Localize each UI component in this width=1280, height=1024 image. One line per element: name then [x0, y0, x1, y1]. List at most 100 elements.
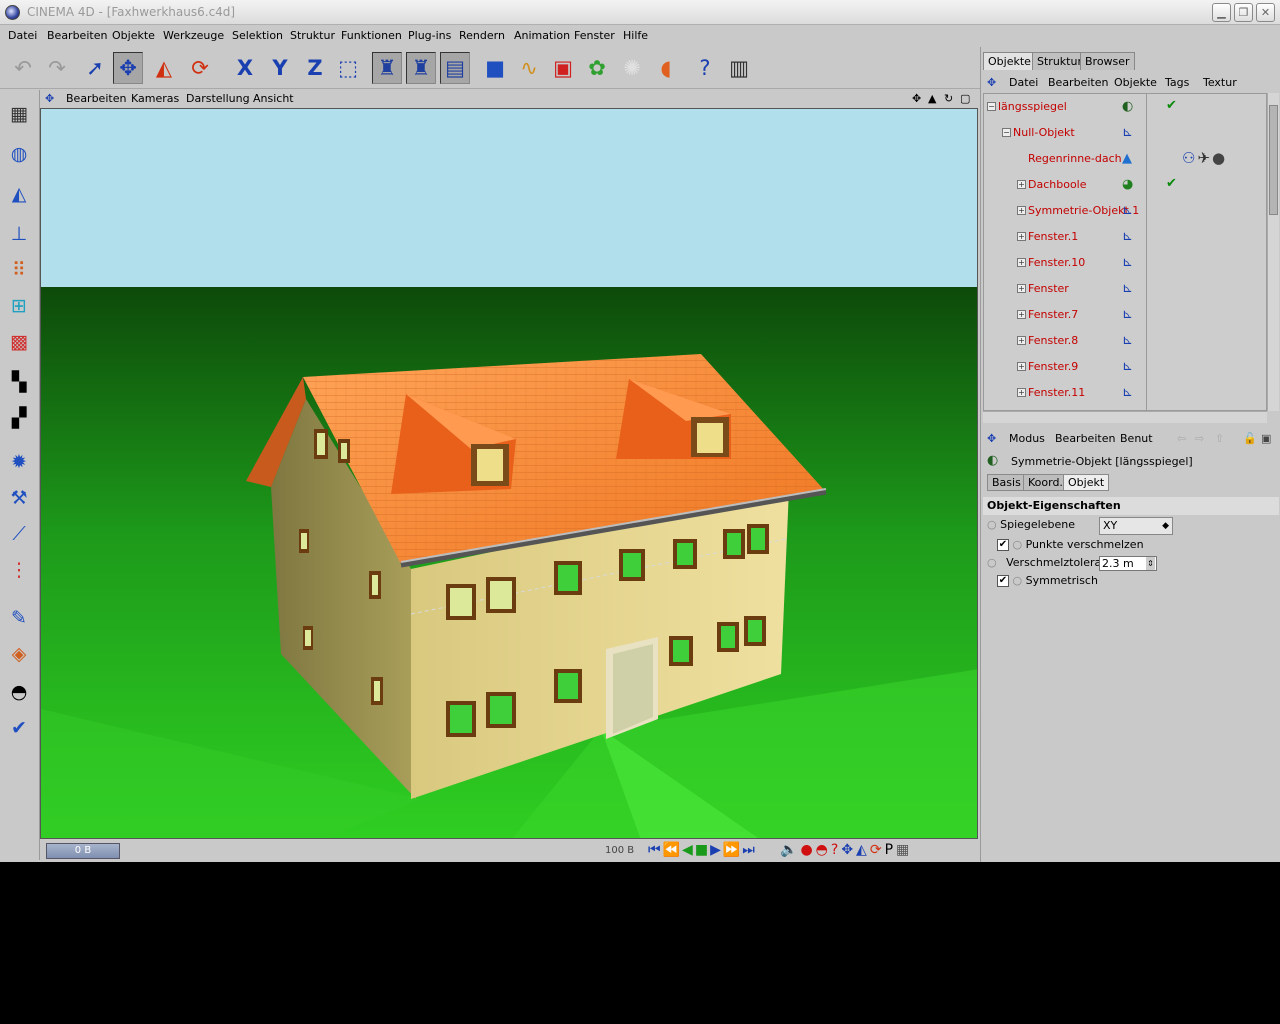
menu-animation[interactable]: Animation: [514, 29, 570, 42]
polygons-mode-icon[interactable]: ▩: [3, 326, 35, 358]
magnet-icon[interactable]: ✔: [3, 712, 35, 744]
om-pin-icon[interactable]: ✥: [987, 76, 996, 89]
workplane-icon[interactable]: ⟋: [3, 518, 35, 550]
play-forward-icon[interactable]: ▶: [710, 842, 723, 858]
add-array-icon[interactable]: ✿: [582, 52, 612, 84]
expand-icon[interactable]: +: [1017, 336, 1026, 345]
expand-icon[interactable]: +: [1017, 180, 1026, 189]
current-frame-field[interactable]: 0 B: [46, 843, 120, 859]
menu-rendern[interactable]: Rendern: [459, 29, 505, 42]
expand-icon[interactable]: +: [1017, 362, 1026, 371]
am-menu-modus[interactable]: Modus: [1009, 432, 1045, 445]
menu-selektion[interactable]: Selektion: [232, 29, 283, 42]
viewport-rotate-icon[interactable]: ↻: [944, 92, 953, 105]
tab-objekte[interactable]: Objekte: [983, 52, 1036, 70]
snap-icon[interactable]: ⋮: [3, 554, 35, 586]
am-pin-icon[interactable]: ✥: [987, 432, 996, 445]
go-to-start-icon[interactable]: ⏮: [648, 842, 663, 858]
tree-row-fenster-10[interactable]: + Fenster.10 ⊾: [984, 250, 1266, 276]
viewport-pin-icon[interactable]: ✥: [45, 92, 54, 105]
symmetric-checkbox[interactable]: ✔: [997, 575, 1009, 587]
uvw-tag-icon[interactable]: ✈: [1197, 149, 1212, 167]
expand-icon[interactable]: +: [1017, 258, 1026, 267]
key-param-icon[interactable]: P: [885, 842, 896, 858]
weld-points-checkbox[interactable]: ✔: [997, 539, 1009, 551]
axis-mode-icon[interactable]: ⊥: [3, 218, 35, 250]
expand-icon[interactable]: +: [1017, 310, 1026, 319]
menu-werkzeuge[interactable]: Werkzeuge: [163, 29, 224, 42]
spinner-arrows-icon[interactable]: ⇕: [1146, 557, 1155, 570]
tab-browser[interactable]: Browser: [1080, 52, 1135, 70]
tree-row-fenster-1[interactable]: + Fenster.1 ⊾: [984, 224, 1266, 250]
menu-bearbeiten[interactable]: Bearbeiten: [47, 29, 107, 42]
am-menu-bearbeiten[interactable]: Bearbeiten: [1055, 432, 1115, 445]
back-arrow-icon[interactable]: ⇦: [1177, 432, 1186, 445]
tab-basis[interactable]: Basis: [987, 474, 1026, 491]
lock-icon[interactable]: 🔓: [1243, 432, 1257, 445]
select-pointer-icon[interactable]: ➚: [80, 52, 110, 84]
add-deformer-icon[interactable]: ◖: [651, 52, 681, 84]
add-cube-icon[interactable]: ■: [480, 52, 510, 84]
scale-tool-icon[interactable]: ◭: [149, 52, 179, 84]
points-mode-icon[interactable]: ⠿: [3, 254, 35, 286]
render-view-icon[interactable]: ♜: [372, 52, 402, 84]
tree-row-dachboole[interactable]: + Dachboole ◕ ✔: [984, 172, 1266, 198]
expand-icon[interactable]: +: [1017, 284, 1026, 293]
viewport-menu-kameras[interactable]: Kameras: [131, 92, 179, 105]
am-menu-benut[interactable]: Benut: [1120, 432, 1153, 445]
new-manager-icon[interactable]: ▣: [1261, 432, 1271, 445]
menu-fenster[interactable]: Fenster: [574, 29, 615, 42]
up-arrow-icon[interactable]: ⇧: [1215, 432, 1224, 445]
forward-arrow-icon[interactable]: ⇨: [1195, 432, 1204, 445]
object-tree-vertical-scrollbar[interactable]: [1267, 93, 1279, 411]
sound-icon[interactable]: 🔈: [780, 842, 800, 858]
minimize-button[interactable]: ▁: [1212, 3, 1231, 22]
enabled-check-icon[interactable]: ✔: [1166, 98, 1177, 113]
object-axis-icon[interactable]: ◈: [3, 638, 35, 670]
layout-icon[interactable]: ▦: [3, 98, 35, 130]
z-axis-lock-icon[interactable]: Z: [300, 52, 330, 84]
tree-row-null-objekt[interactable]: − Null-Objekt ⊾: [984, 120, 1266, 146]
tree-row-symmetrie-objekt-1[interactable]: + Symmetrie-Objekt.1 ⊾: [984, 198, 1266, 224]
rotate-tool-icon[interactable]: ⟳: [185, 52, 215, 84]
viewport-zoom-icon[interactable]: ▲: [928, 92, 936, 105]
tree-row-laengsspiegel[interactable]: − längsspiegel ◐ ✔: [984, 94, 1266, 120]
key-pla-icon[interactable]: ▦: [896, 842, 912, 858]
om-menu-datei[interactable]: Datei: [1009, 76, 1038, 89]
menu-funktionen[interactable]: Funktionen: [341, 29, 402, 42]
add-spline-icon[interactable]: ∿: [514, 52, 544, 84]
x-axis-lock-icon[interactable]: X: [230, 52, 260, 84]
close-button[interactable]: ✕: [1256, 3, 1275, 22]
column-divider[interactable]: [1146, 93, 1147, 411]
restore-button[interactable]: ❐: [1234, 3, 1253, 22]
play-backward-icon[interactable]: ◀: [682, 842, 695, 858]
world-coordinates-icon[interactable]: ⬚: [333, 52, 363, 84]
redo-icon[interactable]: ↷: [42, 52, 72, 84]
render-picture-viewer-icon[interactable]: ♜: [406, 52, 436, 84]
undo-icon[interactable]: ↶: [8, 52, 38, 84]
expand-icon[interactable]: +: [1017, 232, 1026, 241]
phong-tag-icon[interactable]: ⚇: [1182, 149, 1197, 167]
render-settings-icon[interactable]: ▤: [440, 52, 470, 84]
om-menu-textur[interactable]: Textur: [1203, 76, 1237, 89]
enable-axis-icon[interactable]: ✎: [3, 602, 35, 634]
move-tool-icon[interactable]: ✥: [113, 52, 143, 84]
tab-objekt[interactable]: Objekt: [1063, 474, 1110, 491]
previous-key-icon[interactable]: ⏪: [663, 842, 682, 858]
viewport-move-icon[interactable]: ✥: [912, 92, 921, 105]
key-rotate-icon[interactable]: ⟳: [870, 842, 885, 858]
mirror-plane-select[interactable]: XY ◆: [1099, 517, 1173, 535]
tree-row-regenrinne-dach[interactable]: Regenrinne-dach ▲ ⚇✈●: [984, 146, 1266, 172]
key-scale-icon[interactable]: ◭: [856, 842, 870, 858]
tree-row-fenster-11[interactable]: + Fenster.11 ⊾: [984, 380, 1266, 406]
menu-datei[interactable]: Datei: [8, 29, 37, 42]
3d-viewport[interactable]: [40, 108, 978, 839]
add-nurbs-icon[interactable]: ▣: [548, 52, 578, 84]
texture-mode-icon[interactable]: ▚: [3, 366, 35, 398]
object-tree-horizontal-scrollbar[interactable]: [983, 411, 1267, 423]
menu-objekte[interactable]: Objekte: [112, 29, 155, 42]
stop-icon[interactable]: ■: [695, 842, 710, 858]
menu-hilfe[interactable]: Hilfe: [623, 29, 648, 42]
ik-mode-icon[interactable]: ⚒: [3, 482, 35, 514]
tree-row-fenster[interactable]: + Fenster ⊾: [984, 276, 1266, 302]
